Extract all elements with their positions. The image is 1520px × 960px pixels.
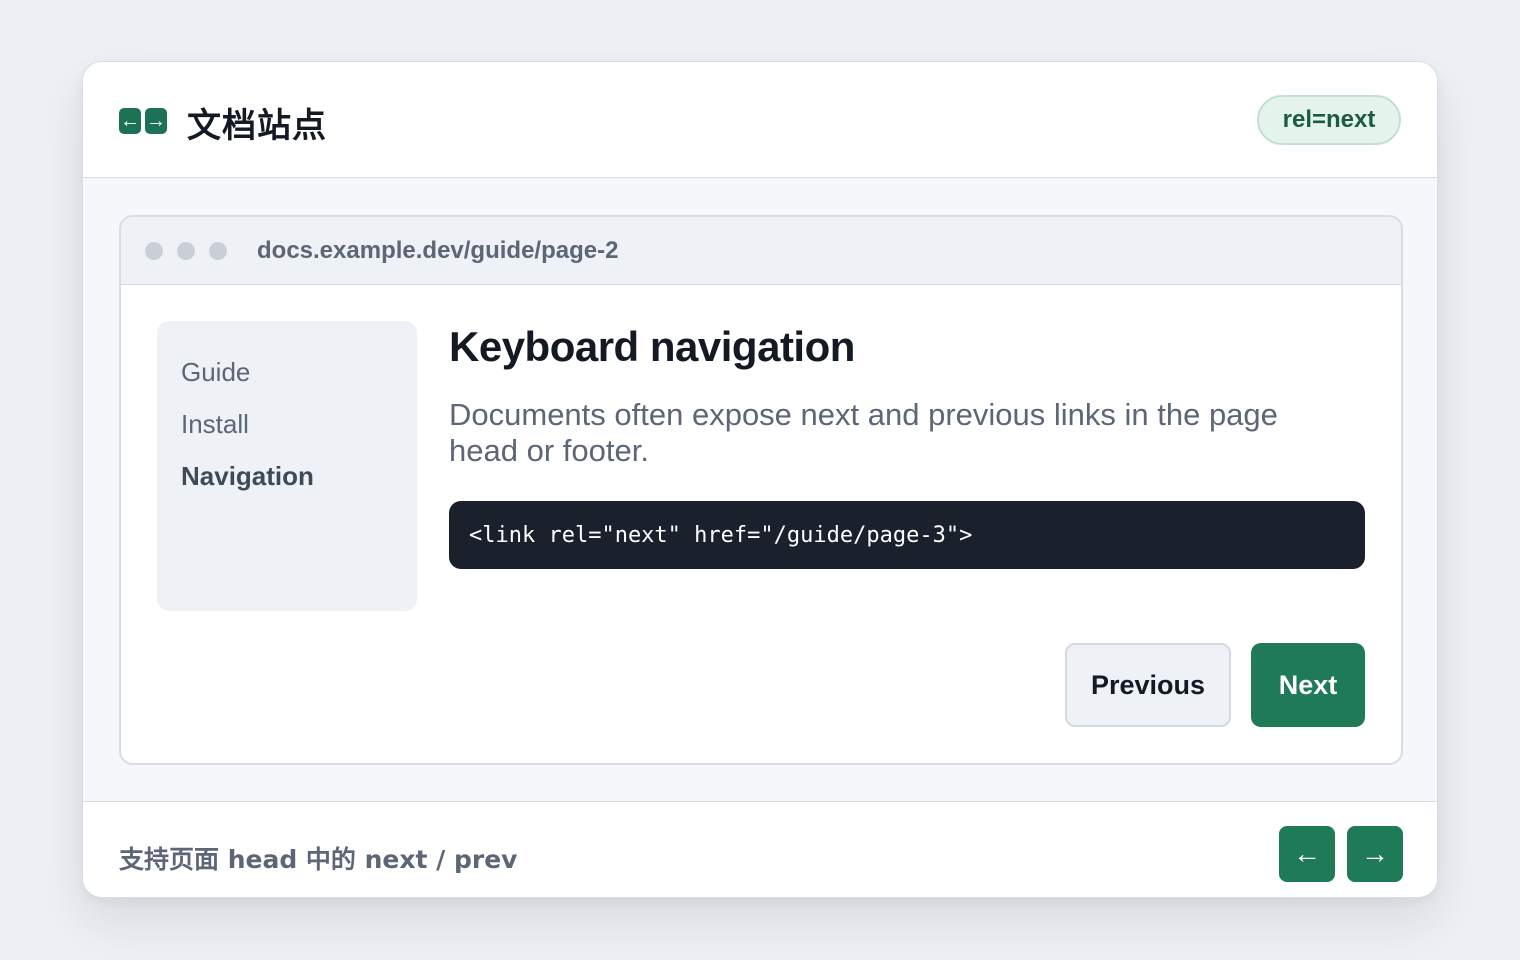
rel-next-badge: rel=next [1257, 95, 1401, 145]
sidebar-item-guide[interactable]: Guide [181, 357, 250, 388]
browser-frame: docs.example.dev/guide/page-2 Guide Inst… [119, 215, 1403, 765]
header: ← → 文档站点 rel=next [83, 62, 1437, 178]
sidebar-item-install[interactable]: Install [181, 409, 249, 440]
footer-caption: 支持页面 head 中的 next / prev [119, 845, 518, 874]
site-title: 文档站点 [187, 106, 327, 146]
arrow-right-icon[interactable]: → [1347, 826, 1403, 882]
window-dot-icon [145, 242, 163, 260]
next-button[interactable]: Next [1251, 643, 1365, 727]
window-dot-icon [177, 242, 195, 260]
logo-left-arrow-icon: ← [119, 108, 141, 134]
arrow-left-icon[interactable]: ← [1279, 826, 1335, 882]
previous-button[interactable]: Previous [1065, 643, 1231, 727]
footer: 支持页面 head 中的 next / prev ← → [83, 802, 1437, 897]
browser-address-bar: docs.example.dev/guide/page-2 [121, 217, 1401, 285]
window-dot-icon [209, 242, 227, 260]
page-title: Keyboard navigation [449, 323, 855, 370]
docs-sidebar: Guide Install Navigation [157, 321, 417, 611]
sidebar-item-navigation[interactable]: Navigation [181, 461, 314, 492]
code-snippet: <link rel="next" href="/guide/page-3"> [449, 501, 1365, 569]
app-window: ← → 文档站点 rel=next docs.example.dev/guide… [82, 61, 1438, 898]
logo-right-arrow-icon: → [145, 108, 167, 134]
preview-area: docs.example.dev/guide/page-2 Guide Inst… [83, 178, 1437, 802]
arrows-left-right-icon: ← → [119, 108, 167, 134]
url-text: docs.example.dev/guide/page-2 [257, 237, 619, 264]
page-description: Documents often expose next and previous… [449, 397, 1278, 468]
